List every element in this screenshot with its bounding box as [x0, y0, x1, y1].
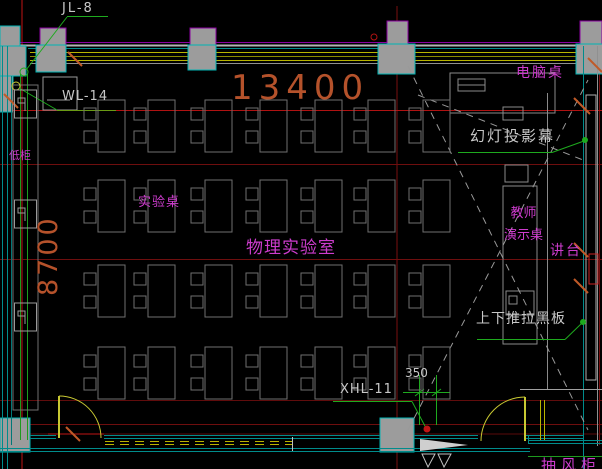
fume-hood-label: 抽风柜	[541, 457, 601, 469]
axis-bubble	[438, 454, 451, 467]
pipe-label-jl8: JL-8	[62, 2, 94, 16]
dimension-width: 13400	[231, 70, 369, 107]
dimension-height: 8700	[34, 215, 64, 296]
riser-label-xhl: XHL-11	[340, 383, 393, 397]
low-cabinet-label: 低柜	[9, 150, 31, 162]
left-door-swing	[59, 396, 101, 438]
axis-bubble	[422, 454, 435, 467]
teacher-desk-label: 教师演示桌	[504, 203, 543, 247]
projection-screen-label: 幻灯投影幕	[470, 128, 555, 145]
top-wall	[0, 43, 602, 64]
room-name-label: 物理实验室	[246, 239, 336, 258]
computer-desk-label: 电脑桌	[516, 66, 564, 81]
lab-desk-label: 实验桌	[138, 196, 180, 210]
teacher-desk-label-line2: 演示桌	[504, 228, 543, 243]
stair-markers	[420, 439, 468, 467]
radiator	[589, 254, 598, 284]
pipe-label-wl14: WL-14	[62, 90, 108, 104]
blackboard-outline	[586, 95, 596, 380]
stair-arrow	[420, 439, 468, 451]
teacher-desk-label-line1: 教师	[511, 206, 537, 221]
podium-label: 讲台	[550, 244, 582, 259]
sliding-blackboard-label: 上下推拉黑板	[476, 312, 566, 327]
dimension-gap: 350	[405, 367, 428, 380]
floor-plan: JL-8 WL-14 13400 8700 低柜 实验桌 物理实验室 电脑桌 幻…	[0, 0, 602, 469]
